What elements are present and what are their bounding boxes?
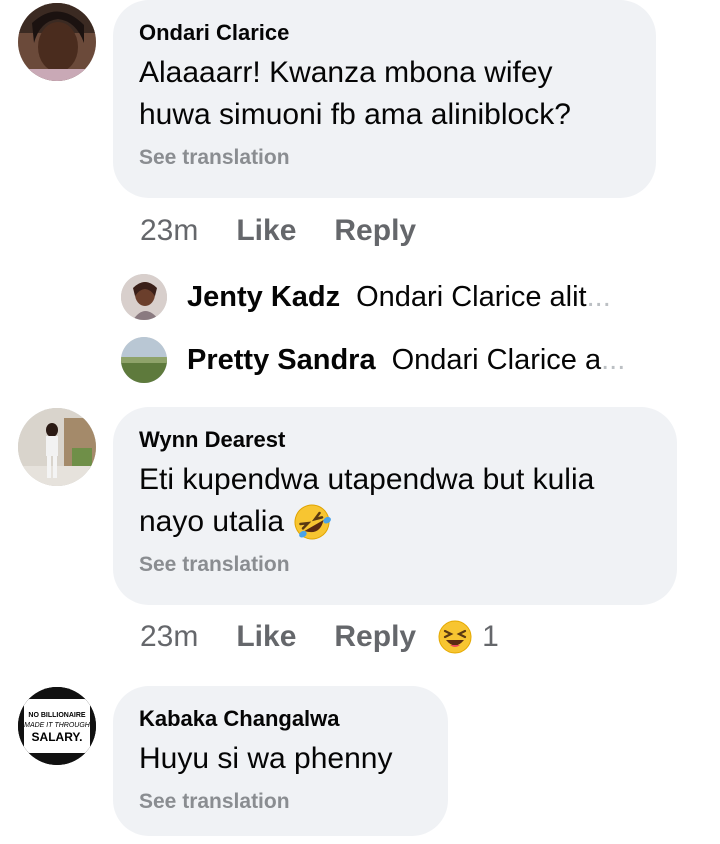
avatar-kabaka-changalwa[interactable]: NO BILLIONAIRE MADE IT THROUGH SALARY.: [18, 687, 96, 765]
comment-bubble-ondari-clarice: Ondari Clarice Alaaaarr! Kwanza mbona wi…: [113, 0, 656, 198]
profile-photo-icon: NO BILLIONAIRE MADE IT THROUGH SALARY.: [18, 687, 96, 765]
reply-text: Ondari Clarice a: [391, 343, 602, 376]
reply-preview-jenty-kadz[interactable]: Jenty Kadz Ondari Clarice alit...: [121, 272, 611, 322]
svg-text:NO BILLIONAIRE: NO BILLIONAIRE: [28, 712, 85, 719]
comment-text-line: huwa simuoni fb ama aliniblock?: [139, 98, 571, 131]
reaction-summary[interactable]: 1: [438, 620, 499, 654]
comment-text-line: Eti kupendwa utapendwa but kulia: [139, 463, 595, 496]
avatar-wynn-dearest[interactable]: [18, 408, 96, 486]
reply-author[interactable]: Jenty Kadz: [187, 281, 340, 314]
profile-photo-icon: [121, 337, 167, 383]
see-translation-link[interactable]: See translation: [139, 146, 630, 170]
profile-photo-icon: [121, 274, 167, 320]
see-translation-link[interactable]: See translation: [139, 790, 422, 814]
comment-bubble-kabaka-changalwa: Kabaka Changalwa Huyu si wa phenny See t…: [113, 686, 448, 836]
comment-bubble-wynn-dearest: Wynn Dearest Eti kupendwa utapendwa but …: [113, 407, 677, 605]
reply-ellipsis: ...: [601, 343, 626, 376]
comment-author[interactable]: Kabaka Changalwa: [139, 706, 422, 732]
reaction-count: 1: [482, 620, 499, 653]
comment-timestamp: 23m: [140, 214, 199, 247]
profile-photo-icon: [18, 3, 96, 81]
reply-text: Ondari Clarice alit: [356, 280, 587, 313]
rolling-on-floor-laughing-emoji-icon: [294, 504, 332, 540]
see-translation-link[interactable]: See translation: [139, 553, 651, 577]
comment-actions: 23m Like Reply: [140, 214, 454, 248]
avatar-pretty-sandra[interactable]: [121, 337, 167, 383]
avatar-jenty-kadz[interactable]: [121, 274, 167, 320]
comment-timestamp: 23m: [140, 620, 199, 653]
comment-author[interactable]: Wynn Dearest: [139, 427, 651, 453]
reply-ellipsis: ...: [586, 280, 611, 313]
comment-text-fragment: nayo utalia: [139, 505, 285, 538]
comment-author[interactable]: Ondari Clarice: [139, 20, 630, 46]
laughing-squint-emoji-icon: [438, 620, 472, 654]
reply-preview-pretty-sandra[interactable]: Pretty Sandra Ondari Clarice a...: [121, 335, 625, 385]
like-button[interactable]: Like: [236, 620, 296, 654]
comment-text-line: Alaaaarr! Kwanza mbona wifey: [139, 56, 553, 89]
svg-text:MADE IT THROUGH: MADE IT THROUGH: [24, 722, 91, 729]
like-button[interactable]: Like: [236, 214, 296, 248]
comment-actions: 23m Like Reply 1: [140, 620, 499, 654]
reply-author[interactable]: Pretty Sandra: [187, 344, 376, 377]
reply-button[interactable]: Reply: [334, 214, 416, 248]
svg-text:SALARY.: SALARY.: [32, 730, 83, 744]
comment-text-line: Huyu si wa phenny: [139, 742, 393, 775]
comment-text-line-2: nayo utalia: [139, 501, 651, 543]
reply-button[interactable]: Reply: [334, 620, 416, 654]
avatar-ondari-clarice[interactable]: [18, 3, 96, 81]
profile-photo-icon: [18, 408, 96, 486]
